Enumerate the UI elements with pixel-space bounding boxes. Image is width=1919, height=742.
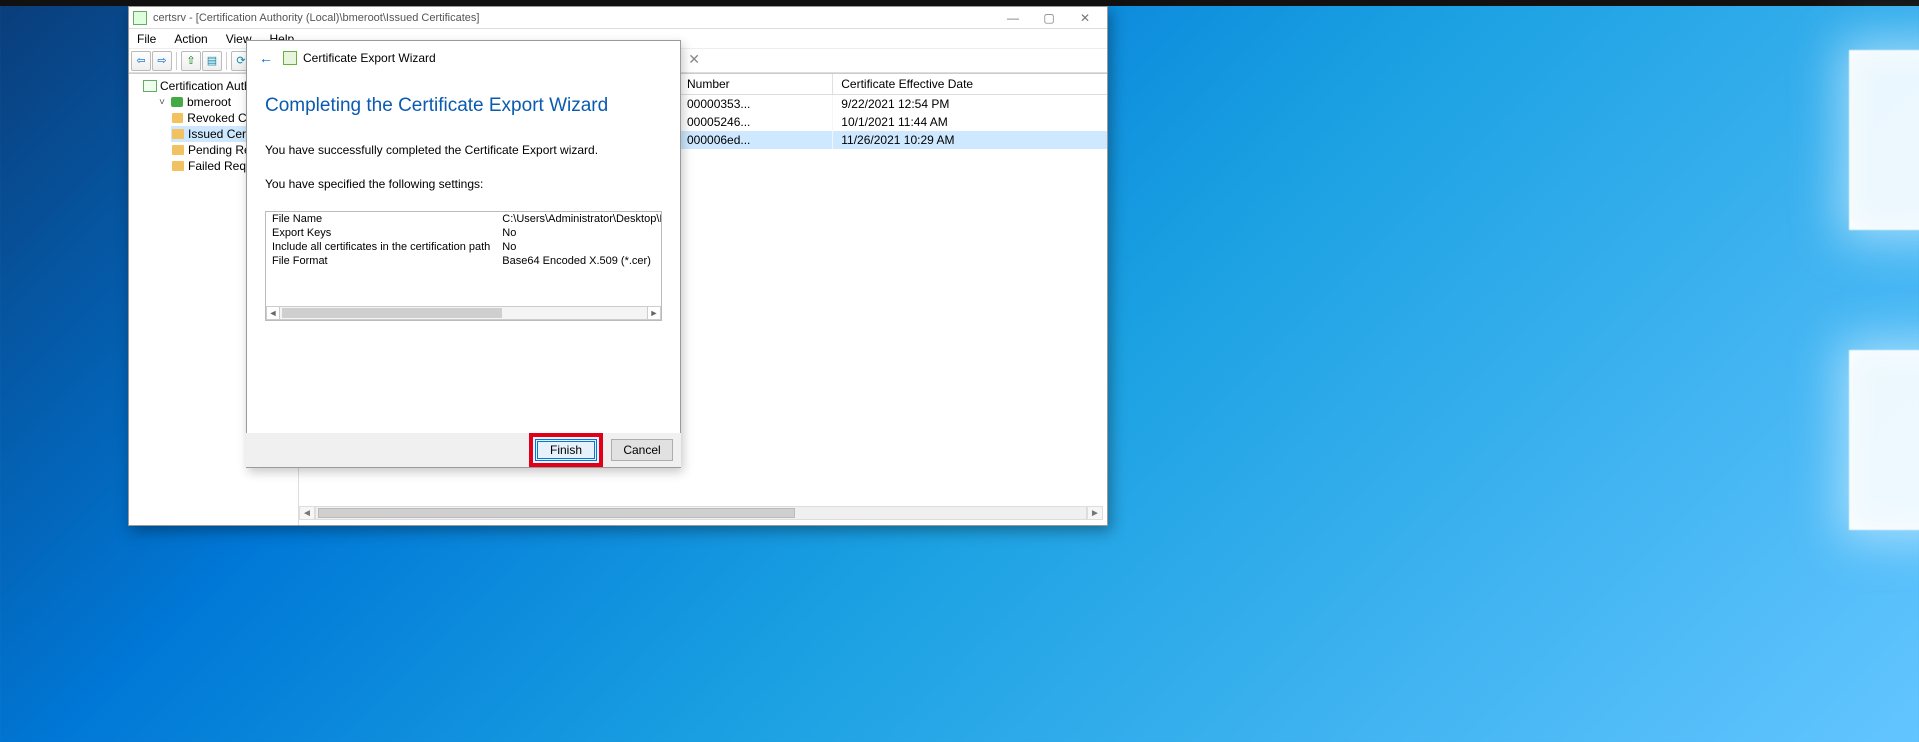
properties-button[interactable]: ▤: [202, 51, 222, 71]
wizard-icon: [283, 51, 297, 65]
scroll-left-button[interactable]: ◄: [266, 306, 280, 320]
wizard-specified-label: You have specified the following setting…: [265, 177, 662, 191]
table-row[interactable]: 00000353... 9/22/2021 12:54 PM 9/22/2022…: [679, 95, 1107, 114]
collapse-icon[interactable]: ˅: [157, 97, 167, 108]
menu-file[interactable]: File: [133, 30, 160, 48]
folder-icon: [171, 112, 184, 124]
maximize-button[interactable]: ▢: [1031, 7, 1067, 29]
settings-listview[interactable]: File Name C:\Users\Administrator\Desktop…: [265, 211, 662, 321]
certificate-export-wizard: ← Certificate Export Wizard ✕ Completing…: [246, 40, 681, 468]
finish-button[interactable]: Finish: [535, 439, 597, 461]
nav-up-button[interactable]: ⇧: [181, 51, 201, 71]
folder-icon: [171, 128, 185, 140]
col-effective-date[interactable]: Certificate Effective Date: [833, 74, 1107, 95]
setting-row[interactable]: Export Keys No: [266, 226, 662, 240]
app-icon: [133, 11, 147, 25]
scroll-thumb[interactable]: [282, 308, 502, 318]
col-number[interactable]: Number: [679, 74, 833, 95]
settings-scrollbar[interactable]: ◄ ►: [266, 306, 661, 320]
scroll-right-button[interactable]: ►: [647, 306, 661, 320]
folder-icon: [171, 160, 185, 172]
tree-server-label: bmeroot: [187, 95, 231, 109]
wizard-title: Certificate Export Wizard: [303, 51, 436, 65]
scroll-right-button[interactable]: ►: [1087, 506, 1103, 520]
wizard-close-button[interactable]: ✕: [688, 51, 700, 68]
table-row[interactable]: 000006ed... 11/26/2021 10:29 AM 11/26/20…: [679, 131, 1107, 149]
wizard-success-text: You have successfully completed the Cert…: [265, 143, 662, 157]
scroll-thumb[interactable]: [318, 508, 795, 518]
close-button[interactable]: ✕: [1067, 7, 1103, 29]
setting-row[interactable]: File Name C:\Users\Administrator\Desktop…: [266, 212, 662, 226]
server-icon: [170, 96, 184, 108]
titlebar[interactable]: certsrv - [Certification Authority (Loca…: [129, 7, 1107, 29]
menu-action[interactable]: Action: [170, 30, 211, 48]
ca-icon: [143, 80, 157, 92]
annotation-highlight: Finish: [529, 433, 603, 467]
setting-row[interactable]: File Format Base64 Encoded X.509 (*.cer): [266, 254, 662, 268]
scroll-left-button[interactable]: ◄: [299, 506, 315, 520]
setting-row[interactable]: Include all certificates in the certific…: [266, 240, 662, 254]
cancel-button[interactable]: Cancel: [611, 439, 673, 461]
nav-forward-button[interactable]: ⇨: [152, 51, 172, 71]
nav-back-button[interactable]: ⇦: [131, 51, 151, 71]
horizontal-scrollbar[interactable]: ◄ ►: [299, 505, 1103, 521]
wizard-back-button[interactable]: ←: [255, 50, 277, 66]
table-row[interactable]: 00005246... 10/1/2021 11:44 AM 10/1/2022…: [679, 113, 1107, 131]
folder-icon: [171, 144, 185, 156]
window-title: certsrv - [Certification Authority (Loca…: [153, 12, 995, 24]
wizard-heading: Completing the Certificate Export Wizard: [265, 95, 662, 117]
minimize-button[interactable]: —: [995, 7, 1031, 29]
